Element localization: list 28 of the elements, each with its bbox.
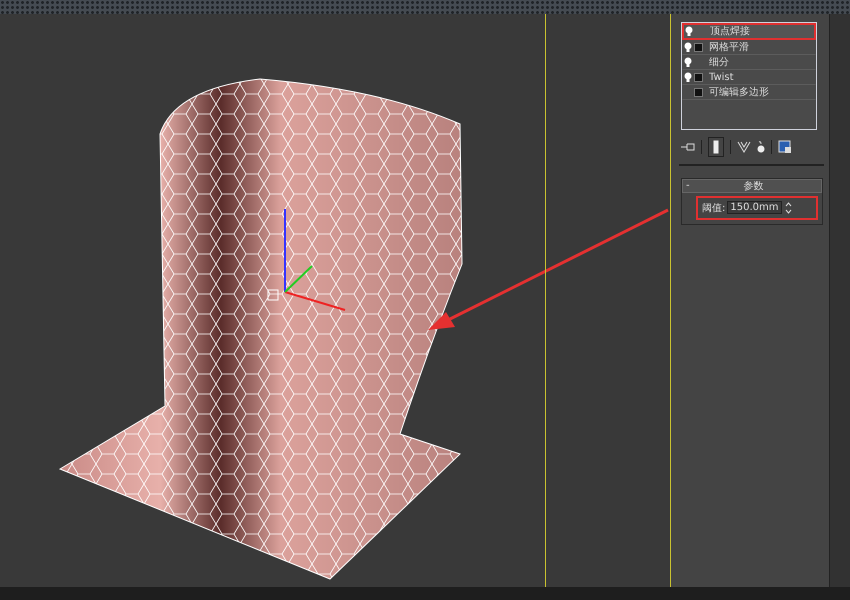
modifier-item[interactable]: 网格平滑: [682, 40, 816, 54]
show-end-result-button[interactable]: [708, 136, 724, 156]
modifier-label: 细分: [709, 56, 729, 69]
modifier-item[interactable]: 顶点焊接: [682, 22, 816, 40]
spinner-icon[interactable]: [784, 200, 792, 214]
lightbulb-icon[interactable]: [685, 26, 693, 36]
configure-icon[interactable]: [778, 140, 792, 154]
modifier-item[interactable]: 可编辑多边形: [682, 84, 816, 100]
modifier-label: Twist: [709, 72, 734, 82]
modifier-label: 顶点焊接: [710, 24, 750, 38]
lightbulb-icon[interactable]: [684, 72, 692, 82]
collapse-toggle[interactable]: -: [683, 180, 700, 191]
threshold-field[interactable]: 150.0mm: [727, 201, 782, 214]
expand-icon[interactable]: [694, 42, 702, 52]
bucket-icon[interactable]: [757, 140, 765, 152]
rollout-header[interactable]: - 参数: [682, 178, 822, 192]
bar-icon: [713, 140, 719, 154]
gizmo-axes-icon: [268, 208, 346, 310]
modifier-item[interactable]: Twist: [682, 70, 816, 84]
lightbulb-icon[interactable]: [684, 57, 692, 67]
modifier-label: 可编辑多边形: [709, 86, 769, 99]
threshold-label: 阈值:: [702, 202, 726, 214]
pin-icon[interactable]: [681, 142, 695, 152]
modifier-label: 网格平滑: [709, 40, 749, 54]
rollout-title: 参数: [742, 180, 764, 192]
lightbulb-icon[interactable]: [684, 42, 692, 52]
fork-icon[interactable]: [737, 140, 751, 152]
modifier-item[interactable]: 细分: [682, 54, 816, 70]
